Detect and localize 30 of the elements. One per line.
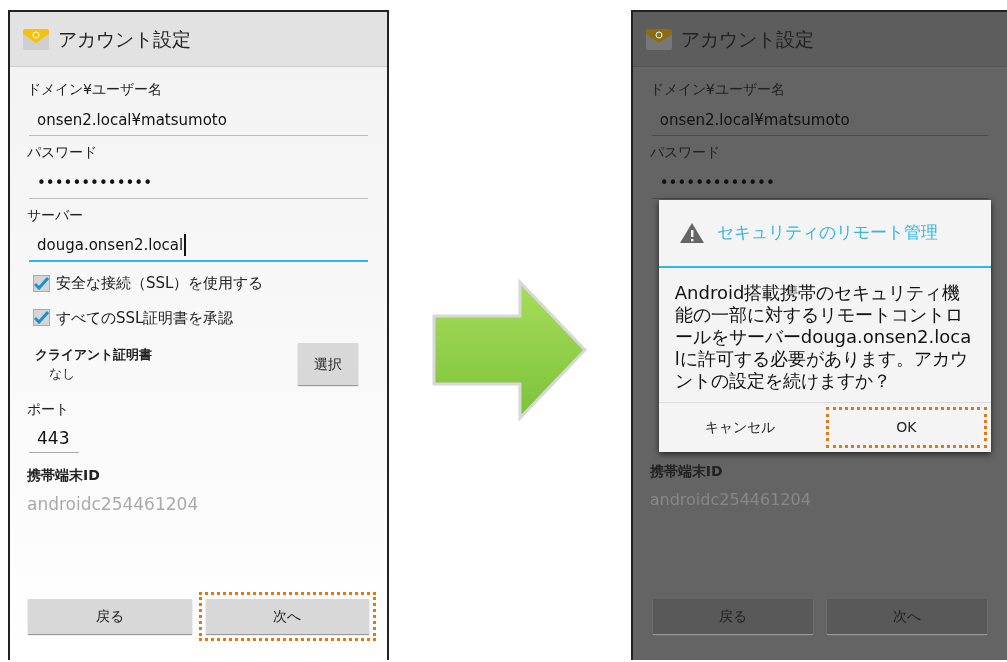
screen-title: アカウント設定 xyxy=(58,26,191,52)
envelope-icon xyxy=(22,27,50,51)
field-label: サーバー xyxy=(27,206,84,225)
input-field[interactable]: 443 xyxy=(29,426,79,453)
field-label: ポート xyxy=(27,400,70,419)
select-button[interactable]: 選択 xyxy=(298,343,359,385)
checkbox-label: 安全な接続（SSL）を使用する xyxy=(56,273,264,294)
field-label: ドメイン¥ユーザー名 xyxy=(27,80,163,99)
checkbox[interactable] xyxy=(33,274,50,292)
input-field[interactable]: douga.onsen2.local xyxy=(29,232,369,262)
dialog-button[interactable]: OK xyxy=(825,407,987,448)
checkbox-label: すべてのSSL証明書を承認 xyxy=(56,307,234,329)
field-label: 携帯端末ID xyxy=(649,462,723,481)
envelope-icon xyxy=(644,27,673,51)
dialog-message: Android搭載携帯のセキュリティ機能の一部に対するリモートコントロールをサーバーdouga.onsen2.localに許可する必要があります。アカウントの設定を続けますか？ xyxy=(673,281,973,393)
screen-title: アカウント設定 xyxy=(680,26,814,52)
dialog-title: セキュリティのリモート管理 xyxy=(716,221,938,245)
field-value: なし xyxy=(48,365,76,383)
field-label: パスワード xyxy=(27,143,98,162)
field-label: 携帯端末ID xyxy=(27,465,101,485)
field-label: クライアント証明書 xyxy=(35,345,152,364)
input-field[interactable]: ••••••••••••• xyxy=(29,169,369,199)
checkbox[interactable] xyxy=(33,309,50,327)
field-label: パスワード xyxy=(649,143,721,162)
nav-button[interactable]: 戻る xyxy=(28,599,192,634)
device-id: androidc254461204 xyxy=(27,492,200,516)
dialog-button[interactable]: キャンセル xyxy=(662,407,818,448)
warning-icon xyxy=(678,222,705,244)
nav-button[interactable]: 次へ xyxy=(205,599,370,634)
input-field[interactable]: onsen2.local¥matsumoto xyxy=(29,106,369,136)
